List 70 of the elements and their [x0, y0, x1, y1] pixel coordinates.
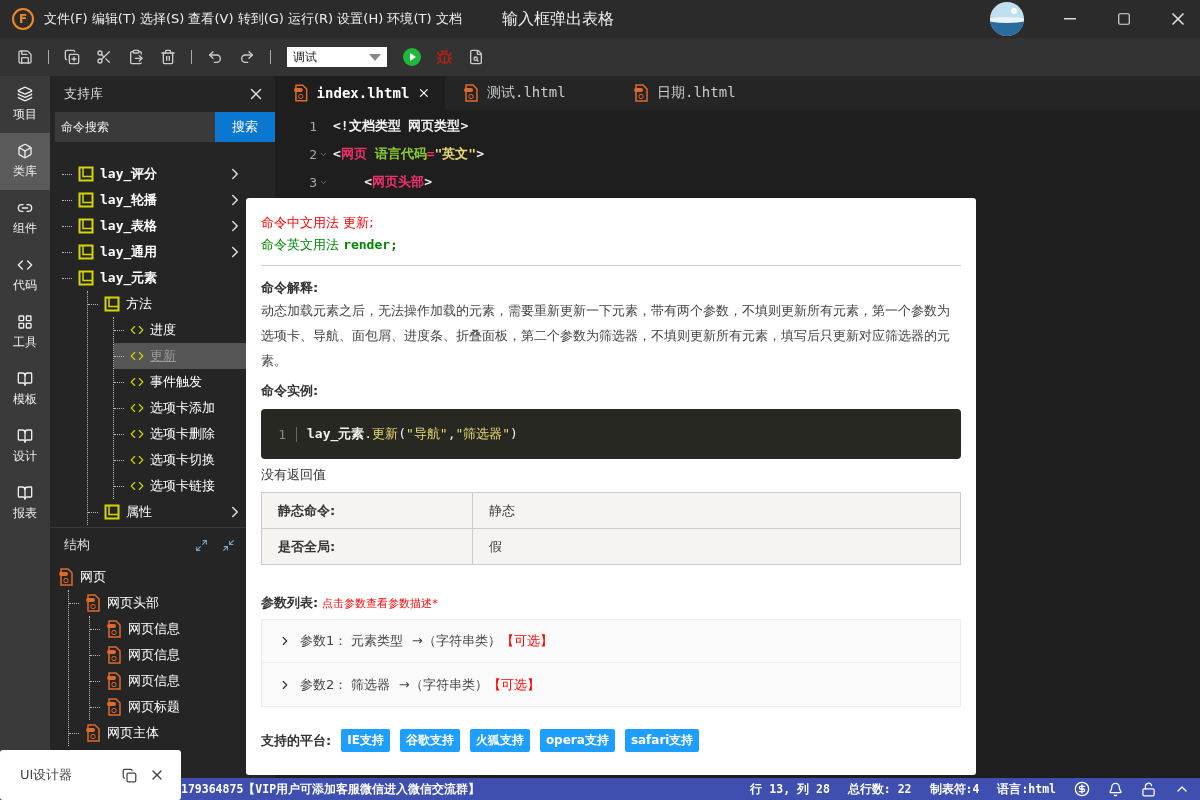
app-logo: F — [12, 8, 34, 30]
tree-item[interactable]: 选项卡链接 — [114, 473, 246, 499]
platform-tag: opera支持 — [539, 729, 615, 752]
tree-item[interactable]: lay_表格 — [100, 217, 158, 235]
cursor-position: 行 13, 列 28 — [750, 781, 830, 797]
sidebar-tab[interactable]: 项目 — [0, 76, 50, 133]
tree-item[interactable]: 选项卡删除 — [114, 421, 246, 447]
section-title: 支持的平台: — [261, 731, 332, 750]
sidebar-tab[interactable]: 模板 — [0, 361, 50, 418]
panel-title: UI设计器 — [20, 766, 74, 784]
tree-item[interactable]: lay_元素 — [100, 269, 158, 287]
line-number: 3 — [308, 174, 318, 190]
editor-tab[interactable]: index.lhtml — [275, 76, 445, 110]
param-item[interactable]: 参数2： 筛选器 →（字符串类）【可选】 — [262, 663, 960, 706]
tree-item[interactable]: 事件触发 — [114, 369, 246, 395]
tree-item[interactable]: 选项卡切换 — [114, 447, 246, 473]
line-count: 总行数: 22 — [847, 781, 912, 797]
tree-item[interactable]: lay_轮播 — [100, 191, 158, 209]
platform-tag: safari支持 — [624, 729, 700, 752]
menu-bar[interactable]: 文件(F) 编辑(T) 选择(S) 查看(V) 转到(G) 运行(R) 设置(H) 环境(T) 文档 — [44, 10, 462, 28]
sidebar-tab[interactable]: 报表 — [0, 475, 50, 532]
usage-text: 命令英文用法 render; — [261, 236, 399, 254]
tree-item[interactable]: 网页信息 — [128, 646, 180, 664]
search-button[interactable]: 搜索 — [215, 112, 275, 142]
tree-item[interactable]: 网页标题 — [128, 698, 180, 716]
return-text: 没有返回值 — [261, 466, 327, 484]
platform-tag: IE支持 — [341, 729, 390, 752]
sidebar-tab[interactable]: 组件 — [0, 190, 50, 247]
tree-item[interactable]: 进度 — [114, 317, 246, 343]
panel-title: 支持库 — [64, 85, 103, 103]
search-field[interactable]: 命令搜索 — [55, 112, 215, 142]
language-mode: 语言:html — [997, 781, 1056, 797]
table-cell: 假 — [472, 528, 961, 565]
description-text: 动态加载元素之后，无法操作加载的元素，需要重新更新一下元素，带有两个参数，不填则更新所有元素，第一个参数为选项卡、导航、面包屑、进度条、折叠面板，第二个参数为筛选器，不填则更新所有元素，填写后只更新对应筛选器的元素。 — [261, 302, 951, 370]
window-title: 输入框弹出表格 — [501, 8, 615, 30]
table-cell: 静态命令: — [261, 492, 473, 529]
sidebar-tab[interactable]: 设计 — [0, 418, 50, 475]
table-cell: 是否全局: — [261, 528, 473, 565]
section-title: 命令实例: — [261, 382, 320, 400]
sidebar-tab[interactable]: 类库 — [0, 133, 50, 190]
tree-item[interactable]: lay_评分 — [100, 165, 158, 183]
tree-item[interactable]: 方法 — [126, 295, 152, 313]
status-message: 179364875【VIP用户可添加客服微信进入微信交流群】 — [181, 781, 482, 797]
code-line: <网页头部> — [363, 173, 432, 191]
tree-item[interactable]: 选项卡添加 — [114, 395, 246, 421]
tree-item[interactable]: 网页 — [80, 568, 106, 586]
tree-item[interactable]: 网页头部 — [107, 594, 159, 612]
tab-size: 制表符:4 — [929, 781, 980, 797]
sidebar-tab[interactable]: 工具 — [0, 304, 50, 361]
tree-item[interactable]: 网页主体 — [107, 724, 159, 742]
hint-text: 点击参数查看参数描述* — [322, 596, 438, 611]
panel-title: 结构 — [64, 536, 91, 554]
platform-tag: 火狐支持 — [469, 729, 530, 752]
param-item[interactable]: 参数1： 元素类型 →（字符串类）【可选】 — [262, 620, 960, 663]
platform-tag: 谷歌支持 — [399, 729, 460, 752]
line-number: 2 — [308, 146, 318, 162]
table-cell: 静态 — [472, 492, 961, 529]
sidebar-tab[interactable]: 代码 — [0, 247, 50, 304]
code-line: <!文档类型 网页类型> — [333, 117, 469, 135]
section-title: 参数列表: — [261, 594, 319, 612]
code-line: <网页 语言代码="英文"> — [333, 145, 484, 163]
line-number: 1 — [308, 118, 318, 134]
code-block: 1 lay_元素.更新("导航","筛选器") — [261, 409, 961, 459]
mode-dropdown[interactable]: 调试 — [287, 47, 387, 67]
tree-item[interactable]: lay_通用 — [100, 243, 158, 261]
tree-item[interactable]: 网页信息 — [128, 620, 180, 638]
tree-item[interactable]: 网页信息 — [128, 672, 180, 690]
section-title: 命令解释: — [261, 279, 320, 297]
tree-item[interactable]: 属性 — [126, 503, 152, 521]
usage-text: 命令中文用法 更新; — [261, 214, 375, 232]
